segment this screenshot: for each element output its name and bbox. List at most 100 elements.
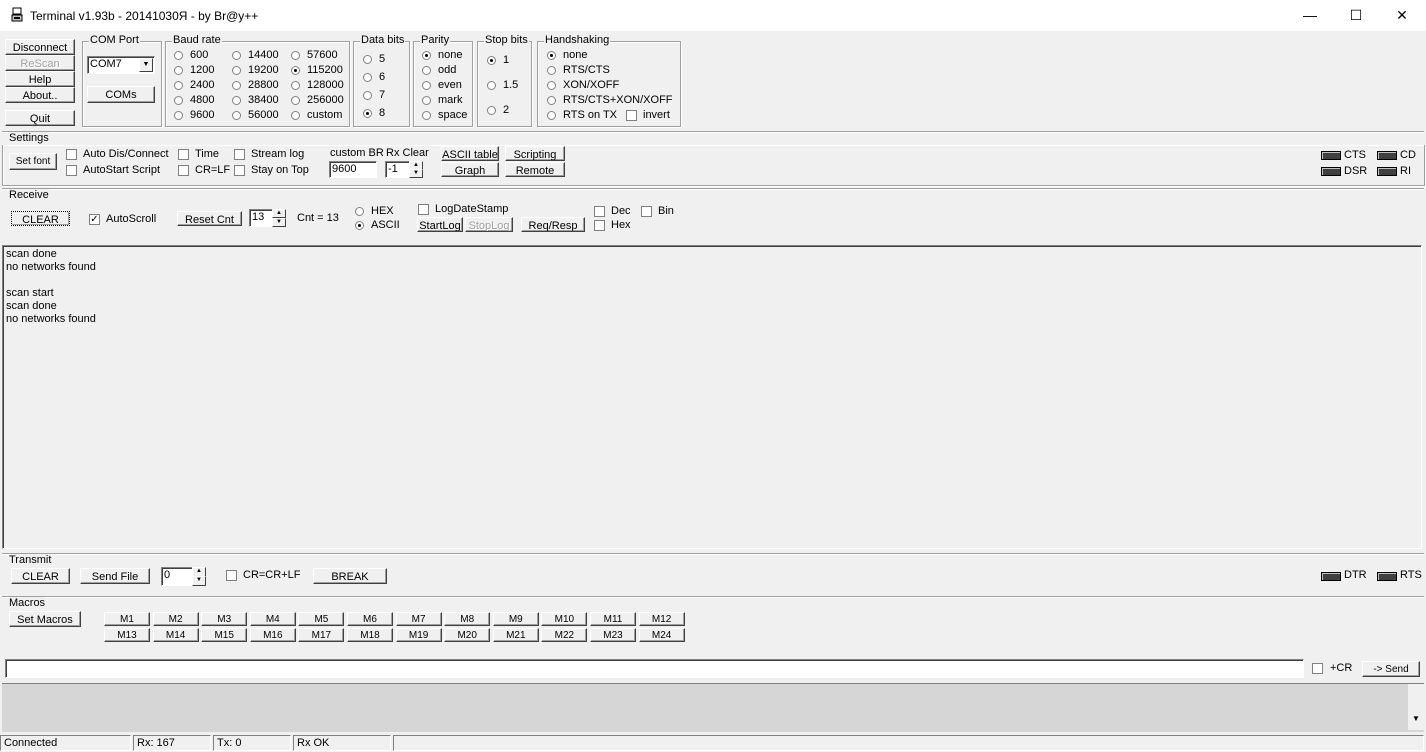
- macro-button-m11[interactable]: M11: [590, 612, 636, 626]
- disconnect-button[interactable]: Disconnect: [5, 39, 75, 55]
- receive-clear-button[interactable]: CLEAR: [11, 211, 70, 226]
- macro-button-m17[interactable]: M17: [298, 628, 345, 642]
- send-input[interactable]: [5, 659, 1304, 678]
- parity-mark-radio[interactable]: [422, 96, 431, 105]
- receive-text-area[interactable]: scan done no networks found scan start s…: [2, 245, 1422, 549]
- parity-odd-radio[interactable]: [422, 66, 431, 75]
- parity-even-radio[interactable]: [422, 81, 431, 90]
- baud-600-radio[interactable]: [174, 51, 183, 60]
- scripting-button[interactable]: Scripting: [505, 146, 565, 161]
- parity-none-radio[interactable]: [422, 51, 431, 60]
- baud-9600-radio[interactable]: [174, 111, 183, 120]
- cr-lf-checkbox[interactable]: [178, 165, 189, 176]
- macro-button-m20[interactable]: M20: [444, 628, 491, 642]
- custom-br-input[interactable]: 9600: [329, 161, 377, 178]
- remote-button[interactable]: Remote: [505, 162, 565, 177]
- set-macros-button[interactable]: Set Macros: [9, 611, 81, 627]
- req-resp-button[interactable]: Req/Resp: [521, 217, 585, 232]
- ascii-table-button[interactable]: ASCII table: [441, 146, 499, 161]
- rts-led[interactable]: [1377, 572, 1397, 581]
- macro-button-m24[interactable]: M24: [638, 628, 685, 642]
- macro-button-m21[interactable]: M21: [492, 628, 539, 642]
- macro-button-m23[interactable]: M23: [590, 628, 636, 642]
- macro-button-m5[interactable]: M5: [298, 612, 345, 626]
- handshaking-4-radio[interactable]: [547, 111, 556, 120]
- help-button[interactable]: Help: [5, 71, 75, 87]
- baud-28800-radio[interactable]: [232, 81, 241, 90]
- baud-19200-radio[interactable]: [232, 66, 241, 75]
- stay-on-top-checkbox[interactable]: [234, 165, 245, 176]
- transmit-clear-button[interactable]: CLEAR: [11, 568, 70, 584]
- dec-checkbox[interactable]: [594, 206, 605, 217]
- baud-38400-radio[interactable]: [232, 96, 241, 105]
- minimize-button[interactable]: —: [1287, 0, 1333, 31]
- autoscroll-checkbox[interactable]: ✓: [89, 214, 100, 225]
- maximize-button[interactable]: ☐: [1333, 0, 1379, 31]
- rescan-button[interactable]: ReScan: [5, 55, 75, 71]
- macro-button-m7[interactable]: M7: [395, 612, 442, 626]
- baud-4800-radio[interactable]: [174, 96, 183, 105]
- baud-custom-radio[interactable]: [291, 111, 300, 120]
- scroll-down-icon[interactable]: ▼: [1412, 714, 1420, 723]
- spin-down-icon[interactable]: ▼: [409, 169, 423, 178]
- plus-cr-checkbox[interactable]: [1312, 663, 1323, 674]
- macro-button-m8[interactable]: M8: [444, 612, 491, 626]
- autostart-script-checkbox[interactable]: [66, 165, 77, 176]
- macro-button-m1[interactable]: M1: [104, 612, 150, 626]
- stopbits-2-radio[interactable]: [487, 106, 496, 115]
- handshaking-1-radio[interactable]: [547, 66, 556, 75]
- com-port-select[interactable]: COM7 ▼: [87, 56, 155, 74]
- baud-2400-radio[interactable]: [174, 81, 183, 90]
- databits-8-radio[interactable]: [363, 109, 372, 118]
- macro-button-m15[interactable]: M15: [201, 628, 248, 642]
- macro-button-m2[interactable]: M2: [152, 612, 199, 626]
- stoplog-button[interactable]: StopLog: [465, 217, 513, 232]
- parity-space-radio[interactable]: [422, 111, 431, 120]
- baud-14400-radio[interactable]: [232, 51, 241, 60]
- macro-button-m4[interactable]: M4: [249, 612, 296, 626]
- handshaking-0-radio[interactable]: [547, 51, 556, 60]
- databits-5-radio[interactable]: [363, 55, 372, 64]
- spin-down-icon[interactable]: ▼: [272, 218, 286, 227]
- stopbits-1-radio[interactable]: [487, 81, 496, 90]
- transmit-spin-input[interactable]: 0: [161, 567, 193, 586]
- macro-button-m13[interactable]: M13: [104, 628, 150, 642]
- macro-button-m3[interactable]: M3: [201, 612, 248, 626]
- chevron-down-icon[interactable]: ▼: [139, 58, 153, 72]
- macro-button-m22[interactable]: M22: [541, 628, 588, 642]
- cr-crlf-checkbox[interactable]: [226, 570, 237, 581]
- logdatestamp-checkbox[interactable]: [418, 204, 429, 215]
- macro-button-m12[interactable]: M12: [638, 612, 685, 626]
- break-button[interactable]: BREAK: [313, 568, 387, 584]
- quit-button[interactable]: Quit: [5, 110, 75, 126]
- send-file-button[interactable]: Send File: [80, 568, 150, 584]
- macro-output-area[interactable]: ▼: [2, 683, 1424, 732]
- stopbits-0-radio[interactable]: [487, 56, 496, 65]
- macro-button-m19[interactable]: M19: [395, 628, 442, 642]
- macro-button-m16[interactable]: M16: [249, 628, 296, 642]
- databits-6-radio[interactable]: [363, 73, 372, 82]
- rx-clear-input[interactable]: -1: [385, 161, 410, 178]
- macro-button-m9[interactable]: M9: [492, 612, 539, 626]
- spin-up-icon[interactable]: ▲: [272, 209, 286, 218]
- baud-115200-radio[interactable]: [291, 66, 300, 75]
- hex-radio[interactable]: [355, 207, 364, 216]
- macro-button-m14[interactable]: M14: [152, 628, 199, 642]
- baud-128000-radio[interactable]: [291, 81, 300, 90]
- macro-button-m6[interactable]: M6: [347, 612, 393, 626]
- close-button[interactable]: ✕: [1379, 0, 1425, 31]
- scrollbar[interactable]: ▼: [1408, 684, 1424, 730]
- coms-button[interactable]: COMs: [87, 86, 155, 103]
- bin-checkbox[interactable]: [641, 206, 652, 217]
- handshaking-3-radio[interactable]: [547, 96, 556, 105]
- send-button[interactable]: -> Send: [1362, 661, 1420, 677]
- invert-checkbox[interactable]: [626, 110, 637, 121]
- graph-button[interactable]: Graph: [441, 162, 499, 177]
- macro-button-m18[interactable]: M18: [347, 628, 393, 642]
- macro-button-m10[interactable]: M10: [541, 612, 588, 626]
- dtr-led[interactable]: [1321, 572, 1341, 581]
- baud-256000-radio[interactable]: [291, 96, 300, 105]
- startlog-button[interactable]: StartLog: [417, 217, 463, 232]
- about-button[interactable]: About..: [5, 87, 75, 103]
- time-checkbox[interactable]: [178, 149, 189, 160]
